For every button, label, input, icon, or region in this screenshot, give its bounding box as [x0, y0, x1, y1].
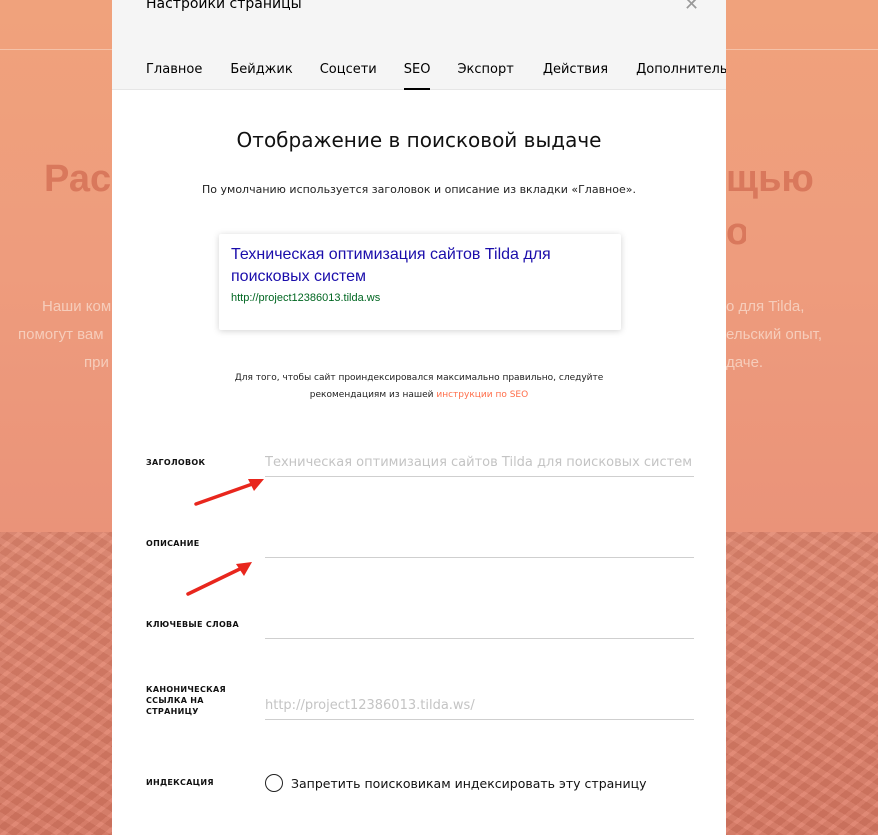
red-arrow-icon — [194, 479, 264, 506]
seo-description-input[interactable] — [265, 530, 694, 558]
background-heading-left: Рас — [44, 158, 112, 200]
seo-hint-line-2: рекомендациям из нашей инструкции по SEO — [112, 387, 726, 404]
seo-hint-line-1: Для того, чтобы сайт проиндексировался м… — [234, 373, 604, 383]
red-arrow-icon — [186, 562, 252, 596]
background-paragraph-left-2: помогут вам — [18, 326, 104, 343]
seo-hint: Для того, чтобы сайт проиндексировался м… — [112, 370, 726, 404]
preview-title: Техническая оптимизация сайтов Tilda для… — [231, 246, 551, 285]
background-paragraph-right-3: даче. — [726, 354, 764, 371]
canonical-url-input[interactable] — [265, 692, 694, 720]
tab-social[interactable]: Соцсети — [320, 62, 377, 90]
modal-title: Настройки страницы — [146, 0, 302, 12]
disallow-indexing-checkbox[interactable] — [265, 774, 283, 792]
canonical-label-line-1: Каноническая — [146, 685, 226, 694]
seo-hint-prefix: рекомендациям из нашей — [309, 390, 437, 400]
canonical-label-line-2: ссылка на — [146, 696, 204, 705]
background-paragraph-right-1: о для Tilda, — [726, 298, 805, 315]
indexing-field-label: Индексация — [146, 778, 214, 787]
tab-bar: Главное Бейджик Соцсети SEO Экспорт Дейс… — [146, 62, 726, 90]
canonical-field-label: Каноническая ссылка на страницу — [146, 684, 226, 717]
keywords-field-label: Ключевые слова — [146, 620, 239, 629]
tab-actions[interactable]: Действия — [543, 62, 608, 90]
page-settings-modal: Настройки страницы ✕ Главное Бейджик Соц… — [112, 0, 726, 835]
background-paragraph-left-1: Наши ком — [42, 298, 112, 315]
tab-export[interactable]: Экспорт — [457, 62, 513, 90]
description-field-label: Описание — [146, 539, 200, 548]
tab-main[interactable]: Главное — [146, 62, 202, 90]
tab-additional[interactable]: Дополнительно — [636, 62, 726, 90]
background-paragraph-right-2: ельский опыт, — [726, 326, 823, 343]
section-subtitle: По умолчанию используется заголовок и оп… — [202, 183, 636, 196]
background-paragraph-left-3: при — [84, 354, 109, 371]
search-result-preview: Техническая оптимизация сайтов Tilda для… — [219, 234, 621, 330]
seo-keywords-input[interactable] — [265, 611, 694, 639]
tab-badge[interactable]: Бейджик — [230, 62, 292, 90]
canonical-label-line-3: страницу — [146, 707, 199, 716]
seo-instructions-link[interactable]: инструкции по SEO — [436, 390, 528, 400]
tab-seo[interactable]: SEO — [403, 62, 430, 90]
title-field-label: Заголовок — [146, 458, 206, 467]
indexing-checkbox-row[interactable]: Запретить поисковикам индексировать эту … — [265, 772, 647, 794]
background-heading-right: щью — [726, 158, 814, 200]
disallow-indexing-label[interactable]: Запретить поисковикам индексировать эту … — [291, 776, 647, 791]
background-heading-right-2: о — [726, 211, 746, 253]
seo-title-input[interactable] — [265, 449, 694, 477]
preview-url: http://project12386013.tilda.ws — [231, 292, 381, 304]
section-title: Отображение в поисковой выдаче — [236, 128, 602, 152]
close-icon[interactable]: ✕ — [684, 0, 699, 15]
modal-header: Настройки страницы ✕ Главное Бейджик Соц… — [112, 0, 726, 90]
